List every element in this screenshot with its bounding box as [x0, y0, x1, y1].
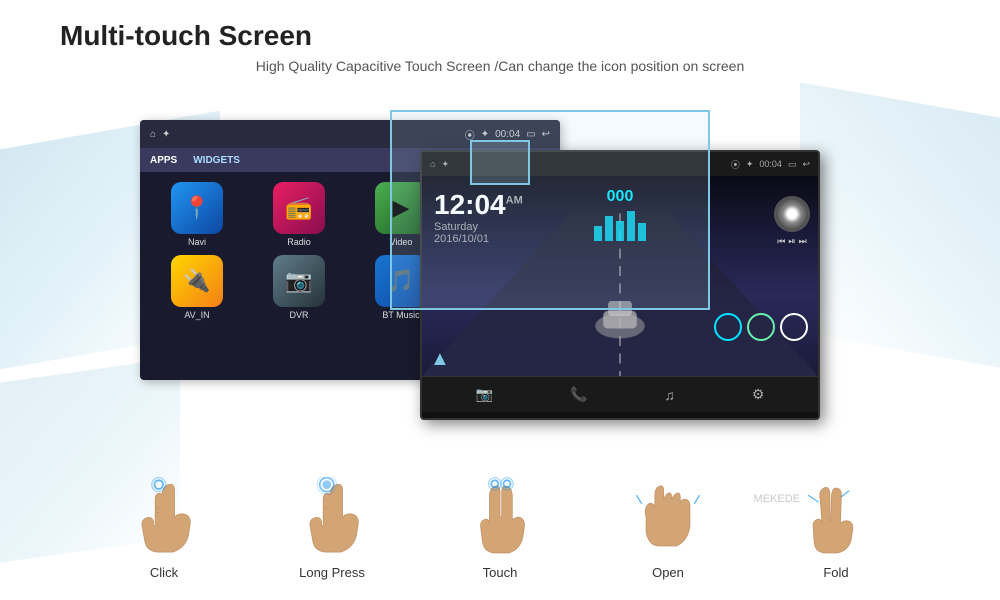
long-press-label: Long Press	[299, 565, 365, 580]
touch-overlay-small	[470, 140, 530, 185]
gesture-touch: Touch	[465, 477, 535, 580]
open-label: Open	[652, 565, 684, 580]
fold-label: Fold	[823, 565, 848, 580]
settings-icon[interactable]: ⚙	[752, 386, 765, 403]
touch-hand-icon	[465, 477, 535, 557]
circle-cyan	[714, 313, 742, 341]
open-hand-icon	[633, 477, 703, 557]
front-time: 00:04	[759, 159, 782, 169]
circle-white	[780, 313, 808, 341]
subtitle: High Quality Capacitive Touch Screen /Ca…	[60, 58, 940, 74]
avin-icon-img: 🔌	[171, 255, 223, 307]
camera-icon[interactable]: 📷	[476, 386, 493, 403]
music-disc	[774, 196, 810, 232]
radio-icon-img: 📻	[273, 182, 325, 234]
fold-hand-icon	[801, 477, 871, 557]
tab-apps[interactable]: APPS	[150, 155, 177, 166]
music-icon[interactable]: ♫	[664, 387, 675, 403]
app-dvr[interactable]: 📷 DVR	[252, 255, 346, 320]
gesture-long-press: Long Press	[297, 477, 367, 580]
click-label: Click	[150, 565, 178, 580]
front-battery: ▭	[788, 159, 797, 170]
watermark: MEKEDE	[754, 493, 800, 505]
prev-icon[interactable]: ⏮	[777, 236, 785, 247]
touch-overlay	[390, 110, 710, 310]
gesture-fold: Fold	[801, 477, 871, 580]
radio-label: Radio	[287, 237, 311, 247]
long-press-hand-icon	[297, 477, 367, 557]
nav-arrow-icon: ▲	[430, 348, 450, 371]
front-bottombar: 📷 📞 ♫ ⚙	[422, 376, 818, 412]
click-hand-icon	[129, 477, 199, 557]
front-signal: ✦	[746, 159, 754, 170]
page-title: Multi-touch Screen	[60, 20, 940, 52]
app-navi[interactable]: 📍 Navi	[150, 182, 244, 247]
music-controls: ⏮ ⏯ ⏭	[774, 196, 810, 247]
next-icon[interactable]: ⏭	[799, 236, 807, 247]
wifi-icon: ✦	[162, 129, 170, 140]
app-avin[interactable]: 🔌 AV_IN	[150, 255, 244, 320]
btmusic-label: BT Music	[382, 310, 419, 320]
gesture-click: Click	[129, 477, 199, 580]
circles-area	[714, 313, 808, 341]
music-buttons: ⏮ ⏯ ⏭	[777, 236, 806, 247]
gesture-open: Open	[633, 477, 703, 580]
topbar-left-icons: ⌂ ✦	[150, 129, 170, 140]
touch-label: Touch	[483, 565, 518, 580]
navi-label: Navi	[188, 237, 206, 247]
home-icon: ⌂	[150, 129, 156, 140]
phone-icon[interactable]: 📞	[570, 386, 587, 403]
front-bt-icon: ⦿	[731, 158, 740, 171]
circle-green	[747, 313, 775, 341]
app-radio[interactable]: 📻 Radio	[252, 182, 346, 247]
navi-icon-img: 📍	[171, 182, 223, 234]
screens-area: ⌂ ✦ ⦿ ✦ 00:04 ▭ ↩ APPS WIDGETS 📍 Navi	[140, 110, 860, 430]
header: Multi-touch Screen High Quality Capaciti…	[0, 0, 1000, 89]
tab-widgets[interactable]: WIDGETS	[193, 155, 240, 166]
front-back[interactable]: ↩	[802, 159, 810, 170]
dvr-icon-img: 📷	[273, 255, 325, 307]
play-pause-icon[interactable]: ⏯	[788, 236, 795, 247]
dvr-label: DVR	[289, 310, 308, 320]
avin-label: AV_IN	[184, 310, 209, 320]
page-container: Multi-touch Screen High Quality Capaciti…	[0, 0, 1000, 600]
